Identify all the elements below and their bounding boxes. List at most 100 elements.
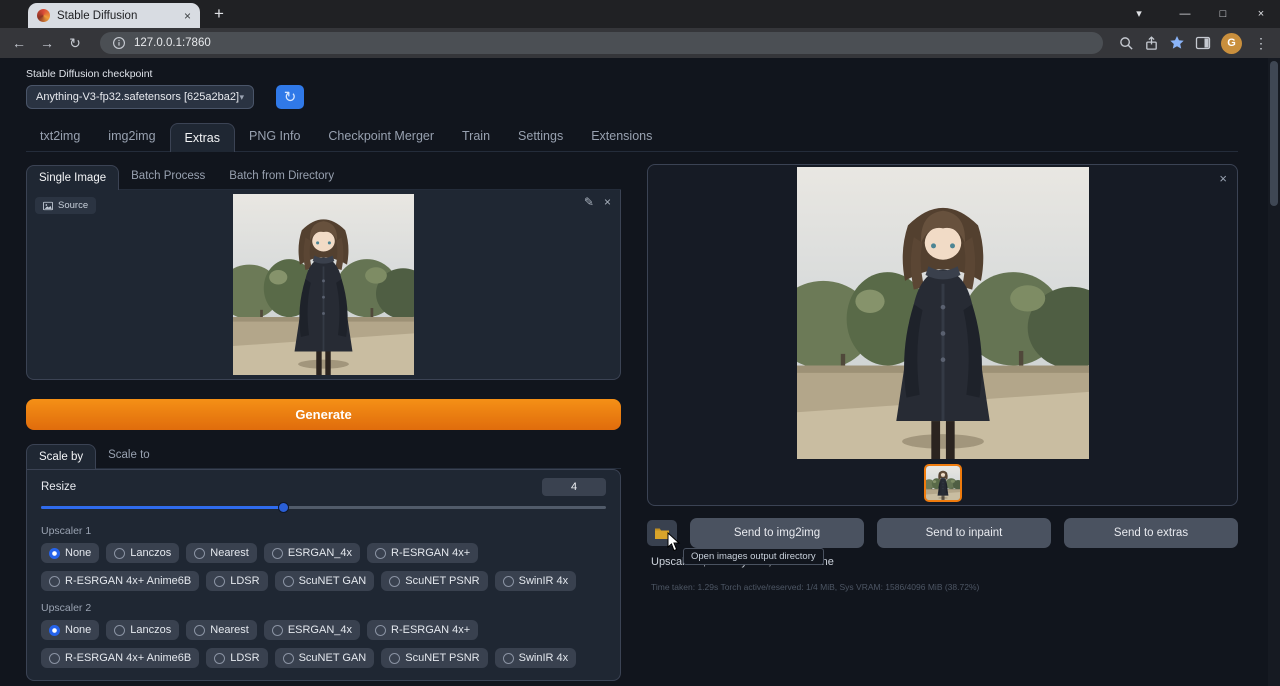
radio-icon bbox=[214, 576, 225, 587]
window-close-button[interactable]: × bbox=[1242, 0, 1280, 28]
upscaler1-option-lanczos[interactable]: Lanczos bbox=[106, 543, 179, 563]
result-image[interactable] bbox=[797, 167, 1089, 459]
profile-avatar[interactable]: G bbox=[1221, 33, 1242, 54]
favicon-icon bbox=[37, 9, 50, 22]
resize-slider[interactable] bbox=[41, 501, 606, 514]
forward-button[interactable]: → bbox=[38, 35, 56, 51]
upscaler2-option-ldsr[interactable]: LDSR bbox=[206, 648, 267, 668]
result-thumbnail-image bbox=[926, 466, 960, 500]
checkpoint-dropdown[interactable]: Anything-V3-fp32.safetensors [625a2ba2] … bbox=[26, 85, 254, 109]
clear-image-icon[interactable]: × bbox=[604, 195, 611, 209]
send-to-extras-button[interactable]: Send to extras bbox=[1064, 518, 1238, 548]
tab-extensions[interactable]: Extensions bbox=[577, 122, 666, 151]
upscaler-option-label: R-ESRGAN 4x+ bbox=[391, 624, 470, 636]
upscaler1-option-scunet-psnr[interactable]: ScuNET PSNR bbox=[381, 571, 487, 591]
upscaler-option-label: R-ESRGAN 4x+ Anime6B bbox=[65, 652, 191, 664]
back-button[interactable]: ← bbox=[10, 35, 28, 51]
share-icon[interactable] bbox=[1144, 36, 1159, 51]
upscaler-option-label: ESRGAN_4x bbox=[288, 547, 352, 559]
mode-tab-batch-from-directory[interactable]: Batch from Directory bbox=[217, 164, 346, 189]
tab-img2img[interactable]: img2img bbox=[94, 122, 169, 151]
side-panel-icon[interactable] bbox=[1195, 35, 1211, 51]
radio-icon bbox=[194, 548, 205, 559]
upscaler-option-label: ScuNET PSNR bbox=[405, 575, 479, 587]
scale-tab-scale-to[interactable]: Scale to bbox=[96, 443, 162, 468]
upscaler-option-label: Nearest bbox=[210, 624, 249, 636]
upscaler2-option-scunet-gan[interactable]: ScuNET GAN bbox=[275, 648, 375, 668]
send-to-img2img-button[interactable]: Send to img2img bbox=[690, 518, 864, 548]
generate-button[interactable]: Generate bbox=[26, 399, 621, 430]
radio-icon bbox=[389, 576, 400, 587]
source-image-area[interactable]: Source ✎ × bbox=[26, 190, 621, 380]
upscaler1-option-scunet-gan[interactable]: ScuNET GAN bbox=[275, 571, 375, 591]
radio-icon bbox=[389, 653, 400, 664]
upscaler-option-label: R-ESRGAN 4x+ bbox=[391, 547, 470, 559]
upscaler2-option-lanczos[interactable]: Lanczos bbox=[106, 620, 179, 640]
upscaler1-option-ldsr[interactable]: LDSR bbox=[206, 571, 267, 591]
close-preview-icon[interactable]: × bbox=[1219, 171, 1227, 186]
upscaler-option-label: None bbox=[65, 547, 91, 559]
tab-settings[interactable]: Settings bbox=[504, 122, 577, 151]
tab-extras[interactable]: Extras bbox=[170, 123, 235, 152]
upscaler1-option-swinir-4x[interactable]: SwinIR 4x bbox=[495, 571, 577, 591]
zoom-icon[interactable] bbox=[1119, 36, 1134, 51]
site-info-icon[interactable] bbox=[112, 36, 126, 50]
mouse-cursor bbox=[667, 532, 681, 552]
radio-icon bbox=[272, 548, 283, 559]
url-bar[interactable]: 127.0.0.1:7860 bbox=[100, 32, 1103, 54]
tab-close-icon[interactable]: × bbox=[184, 9, 191, 23]
result-gallery: × bbox=[647, 164, 1238, 506]
upscaler1-option-nearest[interactable]: Nearest bbox=[186, 543, 257, 563]
radio-icon bbox=[503, 653, 514, 664]
reload-button[interactable]: ↻ bbox=[66, 35, 84, 52]
upscaler-options-row: None Lanczos Nearest ESRGAN_4x R-ESRGAN 4x+ R… bbox=[41, 543, 606, 591]
upscaler2-option-esrgan-4x[interactable]: ESRGAN_4x bbox=[264, 620, 360, 640]
resize-value-input[interactable]: 4 bbox=[542, 478, 606, 496]
radio-icon bbox=[49, 653, 60, 664]
bookmark-star-icon[interactable] bbox=[1169, 35, 1185, 51]
mode-tab-bar: Single ImageBatch ProcessBatch from Dire… bbox=[26, 164, 621, 190]
browser-chrome: Stable Diffusion × + ▾ — □ × ← → ↻ 127.0… bbox=[0, 0, 1280, 58]
upscaler2-option-scunet-psnr[interactable]: ScuNET PSNR bbox=[381, 648, 487, 668]
upscaler2-option-none[interactable]: None bbox=[41, 620, 99, 640]
upscaler1-option-r-esrgan-4x-anime6b[interactable]: R-ESRGAN 4x+ Anime6B bbox=[41, 571, 199, 591]
radio-icon bbox=[272, 625, 283, 636]
window-minimize-button[interactable]: — bbox=[1166, 0, 1204, 28]
send-to-inpaint-button[interactable]: Send to inpaint bbox=[877, 518, 1051, 548]
upscaler1-option-r-esrgan-4x[interactable]: R-ESRGAN 4x+ bbox=[367, 543, 478, 563]
upscaler2-option-r-esrgan-4x-anime6b[interactable]: R-ESRGAN 4x+ Anime6B bbox=[41, 648, 199, 668]
checkpoint-section: Stable Diffusion checkpoint Anything-V3-… bbox=[26, 68, 1238, 109]
tab-png-info[interactable]: PNG Info bbox=[235, 122, 314, 151]
upscaler1-option-esrgan-4x[interactable]: ESRGAN_4x bbox=[264, 543, 360, 563]
upscaler1-option-none[interactable]: None bbox=[41, 543, 99, 563]
tab-train[interactable]: Train bbox=[448, 122, 504, 151]
upscaler2-option-r-esrgan-4x[interactable]: R-ESRGAN 4x+ bbox=[367, 620, 478, 640]
new-tab-button[interactable]: + bbox=[214, 4, 224, 24]
mode-tab-batch-process[interactable]: Batch Process bbox=[119, 164, 217, 189]
scale-tab-bar: Scale byScale to bbox=[26, 443, 621, 469]
radio-icon bbox=[283, 653, 294, 664]
tab-txt2img[interactable]: txt2img bbox=[26, 122, 94, 151]
upscaler-option-label: LDSR bbox=[230, 575, 259, 587]
upscaler2-option-swinir-4x[interactable]: SwinIR 4x bbox=[495, 648, 577, 668]
radio-icon bbox=[375, 548, 386, 559]
upscaler2-option-nearest[interactable]: Nearest bbox=[186, 620, 257, 640]
tab-search-chevron-icon[interactable]: ▾ bbox=[1120, 0, 1158, 28]
result-actions: Send to img2img Send to inpaint Send to ex… bbox=[647, 518, 1238, 548]
slider-thumb[interactable] bbox=[278, 502, 289, 513]
mode-tab-single-image[interactable]: Single Image bbox=[26, 165, 119, 190]
chevron-down-icon: ▾ bbox=[239, 92, 244, 103]
tab-checkpoint-merger[interactable]: Checkpoint Merger bbox=[314, 122, 448, 151]
refresh-checkpoint-button[interactable]: ↻ bbox=[276, 85, 304, 109]
window-maximize-button[interactable]: □ bbox=[1204, 0, 1242, 28]
radio-checked-icon bbox=[49, 625, 60, 636]
menu-kebab-icon[interactable]: ⋮ bbox=[1252, 35, 1270, 52]
page-scrollbar[interactable] bbox=[1268, 58, 1280, 686]
result-thumbnail[interactable] bbox=[924, 464, 962, 502]
edit-image-icon[interactable]: ✎ bbox=[584, 195, 594, 209]
scrollbar-thumb[interactable] bbox=[1270, 61, 1278, 206]
scale-tab-scale-by[interactable]: Scale by bbox=[26, 444, 96, 469]
perf-stats: Time taken: 1.29s Torch active/reserved:… bbox=[651, 582, 1238, 592]
browser-tab[interactable]: Stable Diffusion × bbox=[28, 3, 200, 28]
upscaler-option-label: R-ESRGAN 4x+ Anime6B bbox=[65, 575, 191, 587]
